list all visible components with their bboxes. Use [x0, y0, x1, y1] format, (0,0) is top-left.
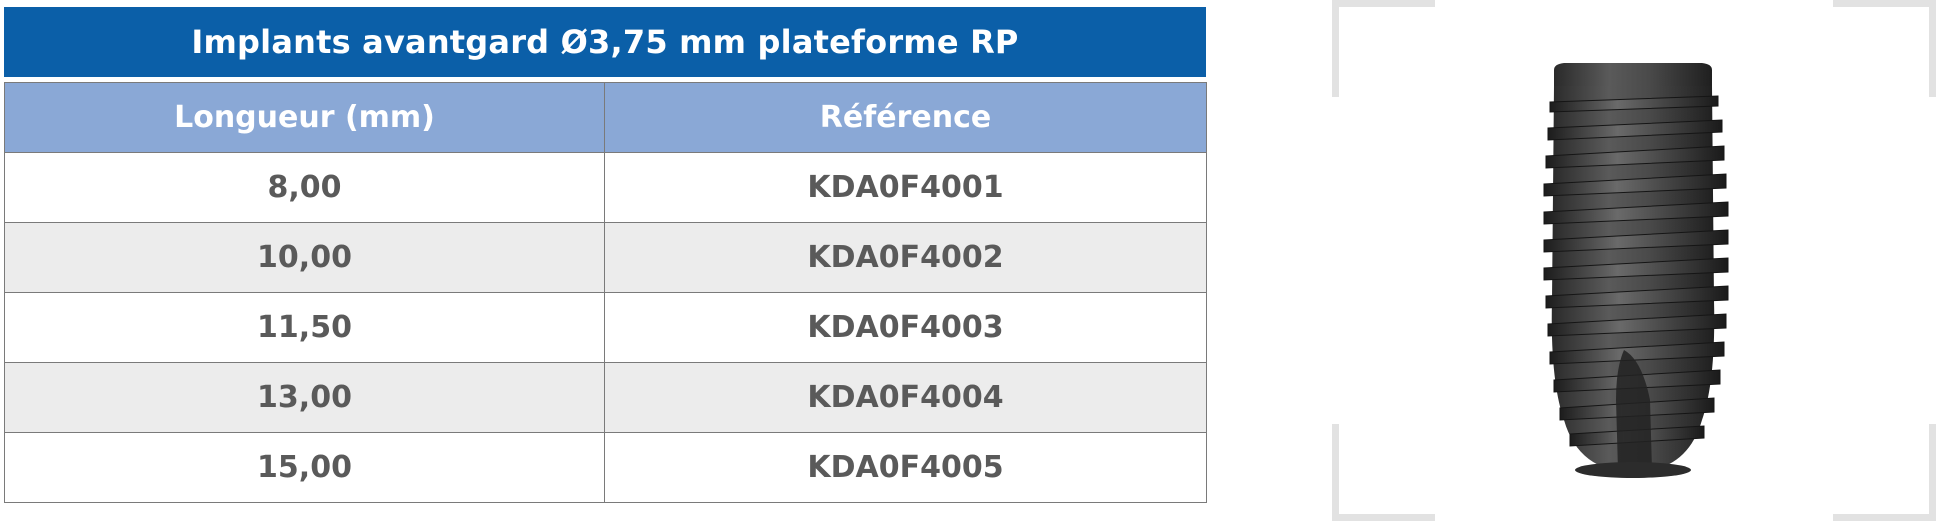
- table-row: 11,50 KDA0F4003: [4, 292, 1207, 363]
- cell-length: 11,50: [4, 292, 605, 363]
- table-header-row: Longueur (mm) Référence: [4, 82, 1207, 153]
- cell-length: 8,00: [4, 152, 605, 223]
- cell-length: 15,00: [4, 432, 605, 503]
- cell-reference: KDA0F4002: [604, 222, 1207, 293]
- implant-table: Longueur (mm) Référence 8,00 KDA0F4001 1…: [4, 82, 1207, 503]
- header-length: Longueur (mm): [4, 82, 605, 153]
- header-reference: Référence: [604, 82, 1207, 153]
- cell-length: 13,00: [4, 362, 605, 433]
- implant-image-frame: [1332, 0, 1936, 521]
- cell-reference: KDA0F4001: [604, 152, 1207, 223]
- table-row: 10,00 KDA0F4002: [4, 222, 1207, 293]
- table-row: 15,00 KDA0F4005: [4, 432, 1207, 503]
- table-row: 13,00 KDA0F4004: [4, 362, 1207, 433]
- cell-length: 10,00: [4, 222, 605, 293]
- implant-table-container: Implants avantgard Ø3,75 mm plateforme R…: [4, 7, 1207, 503]
- table-title: Implants avantgard Ø3,75 mm plateforme R…: [4, 7, 1206, 77]
- table-row: 8,00 KDA0F4001: [4, 152, 1207, 223]
- cell-reference: KDA0F4005: [604, 432, 1207, 503]
- cell-reference: KDA0F4003: [604, 292, 1207, 363]
- cell-reference: KDA0F4004: [604, 362, 1207, 433]
- dental-implant-icon: [1543, 63, 1729, 478]
